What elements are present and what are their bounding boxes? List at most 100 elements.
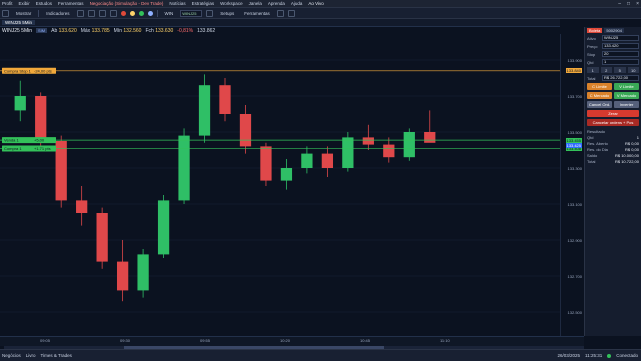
- candle-body[interactable]: [280, 168, 293, 181]
- cancel-order-button[interactable]: Cancel Ord.: [587, 101, 612, 108]
- menu-ferramentas[interactable]: Ferramentas: [58, 1, 84, 6]
- candle-body[interactable]: [219, 85, 231, 114]
- price-tick: 133.300: [567, 165, 582, 171]
- candle-body[interactable]: [137, 254, 149, 291]
- candle-body[interactable]: [157, 200, 170, 255]
- toolbar: Mostrar Indicadores WIN WINJ25 Setups Fe…: [0, 8, 641, 19]
- color-swatch-blue[interactable]: [147, 10, 153, 16]
- qty-preset-2[interactable]: 2: [600, 67, 612, 73]
- asset-row: Ativo WINJ25: [585, 34, 641, 42]
- indicadores-button[interactable]: Indicadores: [43, 10, 72, 17]
- zerar-button[interactable]: Zerar: [587, 110, 639, 117]
- sell-market-button[interactable]: V Mercado: [614, 92, 639, 99]
- candle-body[interactable]: [55, 141, 67, 201]
- candle-body[interactable]: [424, 132, 436, 143]
- account-selector[interactable]: 5002904: [604, 28, 624, 33]
- candle-body[interactable]: [403, 132, 415, 158]
- status-negocios[interactable]: Negócios: [2, 353, 21, 358]
- win-button[interactable]: WIN: [162, 10, 177, 17]
- candle-body[interactable]: [362, 137, 374, 145]
- layout-icon[interactable]: [287, 9, 295, 17]
- price-label: Preço: [587, 43, 598, 49]
- trendline-icon[interactable]: [98, 9, 106, 17]
- chart-header: WINJ25 5Min SIM Ab 133.620 Máx 133.785 M…: [0, 27, 560, 34]
- ohlc-close-value: 133.630: [155, 27, 174, 34]
- menu-noticias[interactable]: Notícias: [169, 1, 185, 6]
- menu-estrategias[interactable]: Estratégias: [192, 1, 215, 6]
- ohlc-open-label: Ab: [51, 27, 58, 34]
- buy-stop-line-pnl: -24,00 pts: [34, 68, 52, 73]
- qty-preset-1[interactable]: 1: [587, 67, 599, 73]
- qty-preset-5[interactable]: 5: [614, 67, 626, 73]
- menu-ajuda[interactable]: Ajuda: [291, 1, 303, 6]
- candle-body[interactable]: [76, 200, 88, 213]
- close-icon[interactable]: ×: [636, 1, 639, 7]
- candle-body[interactable]: [14, 96, 26, 111]
- price-input[interactable]: 133.420: [602, 43, 639, 49]
- ferramentas-button[interactable]: Ferramentas: [241, 10, 273, 17]
- candle-body[interactable]: [116, 261, 129, 291]
- qty-input[interactable]: 1: [602, 59, 639, 65]
- crosshair-icon[interactable]: [87, 9, 95, 17]
- cancel-all-button[interactable]: Cancelar ordens + Pos: [587, 119, 639, 126]
- stop-input[interactable]: 20: [602, 51, 639, 57]
- total-value: R$ 26.722,00: [602, 75, 639, 81]
- minimize-icon[interactable]: –: [618, 1, 621, 7]
- maximize-icon[interactable]: □: [627, 1, 630, 7]
- ohlc-open: Ab 133.620: [51, 28, 77, 34]
- buy-limit-button[interactable]: C Limite: [587, 83, 612, 90]
- status-time: 11:25:31: [585, 353, 603, 358]
- toolbar-divider: [38, 9, 40, 17]
- setups-button[interactable]: Setups: [217, 10, 237, 17]
- menu-workspace[interactable]: Workspace: [220, 1, 242, 6]
- menu-janela[interactable]: Janela: [249, 1, 262, 6]
- symbol-field[interactable]: WINJ25: [180, 9, 203, 17]
- qty-preset-10[interactable]: 10: [627, 67, 639, 73]
- ohlc-high-label: Máx: [80, 27, 91, 34]
- candle-body[interactable]: [260, 146, 272, 181]
- buy-position-line-label: Compra 1: [4, 146, 22, 151]
- buy-market-button[interactable]: C Mercado: [587, 92, 612, 99]
- total-label: Total: [587, 75, 596, 81]
- asset-label: Ativo: [587, 35, 596, 41]
- status-times-trades[interactable]: Times & Trades: [41, 353, 72, 358]
- candle-body[interactable]: [178, 135, 190, 201]
- chart-symbol: WINJ25 5Min: [2, 27, 33, 34]
- menu-aprenda[interactable]: Aprenda: [268, 1, 285, 6]
- menu-negociacao[interactable]: Negociação (Simulação - Dev Trade): [90, 1, 164, 6]
- ohlc-delta: 133.862: [197, 27, 216, 34]
- status-livro[interactable]: Livro: [26, 353, 36, 358]
- candle-body[interactable]: [342, 137, 354, 168]
- menu-profit[interactable]: Profit: [2, 1, 13, 6]
- zoom-icon[interactable]: [206, 9, 214, 17]
- menu-estudos[interactable]: Estudos: [36, 1, 52, 6]
- last-price-marker: 133.425: [565, 143, 582, 148]
- home-icon[interactable]: [2, 9, 9, 17]
- mostrar-button[interactable]: Mostrar: [13, 10, 34, 17]
- stop-row: Stop 20: [585, 50, 641, 58]
- cursor-icon[interactable]: [76, 9, 84, 17]
- candle-body[interactable]: [198, 85, 211, 136]
- candle-body[interactable]: [301, 153, 313, 168]
- candle-body[interactable]: [383, 144, 395, 158]
- tab-winj25[interactable]: WINJ25 5Min: [2, 20, 36, 25]
- toolbar-divider: [156, 9, 158, 17]
- candle-body[interactable]: [96, 213, 108, 262]
- qty-label: Qtd: [587, 59, 594, 65]
- time-axis: 09:05 09:30 09:55 10:20 10:45 11:10: [0, 336, 584, 346]
- candlestick-chart[interactable]: Compra Stop 1 -24,00 pts Venda 1 +5,00 Compr…: [0, 34, 560, 336]
- invert-button[interactable]: Inverter: [614, 101, 639, 108]
- color-swatch-green[interactable]: [138, 10, 144, 16]
- text-icon[interactable]: [109, 9, 117, 17]
- asset-input[interactable]: WINJ25: [602, 35, 639, 41]
- order-panel-tab[interactable]: Boleta: [587, 28, 603, 33]
- menu-exibir[interactable]: Exibir: [19, 1, 30, 6]
- candle-body[interactable]: [239, 114, 252, 147]
- color-swatch-yellow[interactable]: [129, 10, 135, 16]
- settings-icon[interactable]: [276, 9, 284, 17]
- summary-value: R$ 10.722,00: [614, 159, 639, 164]
- candle-body[interactable]: [35, 96, 47, 141]
- candle-body[interactable]: [321, 153, 334, 168]
- sell-limit-button[interactable]: V Limite: [614, 83, 639, 90]
- color-swatch-red[interactable]: [120, 10, 126, 16]
